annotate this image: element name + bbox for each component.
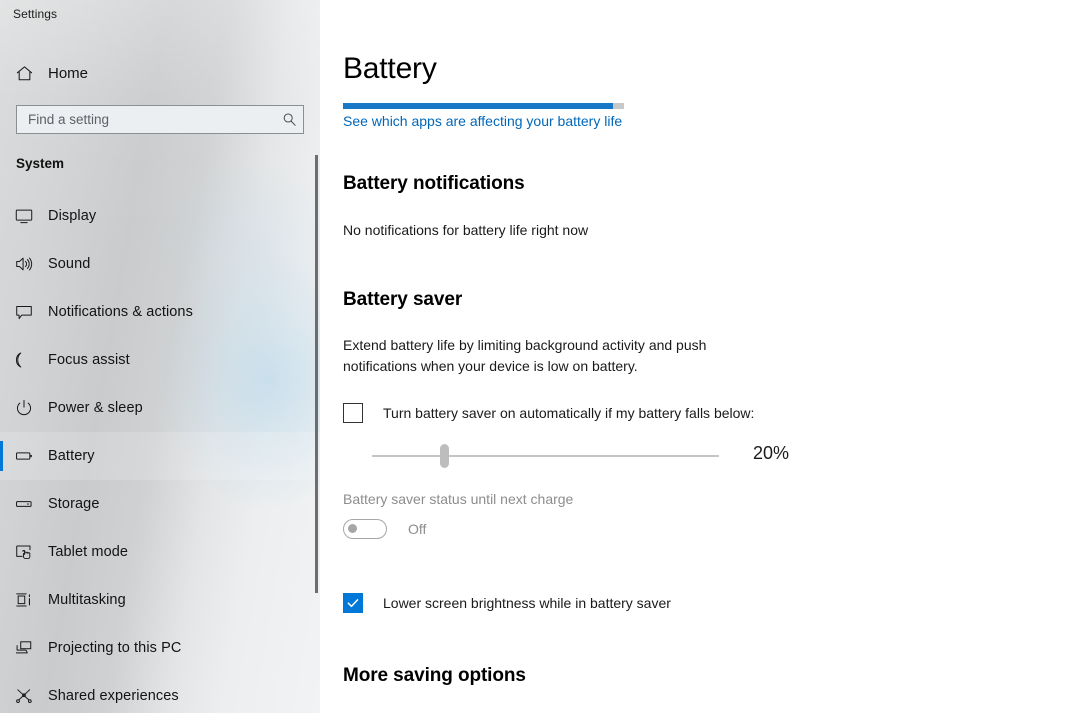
drive-icon bbox=[0, 494, 48, 514]
comment-icon bbox=[0, 302, 48, 322]
sidebar-item-multitasking[interactable]: Multitasking bbox=[0, 576, 320, 624]
search-icon[interactable] bbox=[275, 106, 303, 133]
monitor-icon bbox=[0, 206, 48, 226]
battery-notifications-heading: Battery notifications bbox=[343, 173, 525, 194]
battery-usage-link[interactable]: See which apps are affecting your batter… bbox=[343, 113, 622, 129]
search-input[interactable] bbox=[17, 106, 275, 133]
auto-battery-saver-label: Turn battery saver on automatically if m… bbox=[383, 405, 755, 421]
power-icon bbox=[0, 398, 48, 418]
sidebar-item-display[interactable]: Display bbox=[0, 192, 320, 240]
multitasking-icon bbox=[0, 590, 48, 610]
battery-saver-toggle-row[interactable]: Off bbox=[343, 519, 426, 539]
sidebar-item-label: Storage bbox=[48, 496, 100, 512]
sidebar-group-title: System bbox=[16, 156, 65, 171]
auto-battery-saver-checkbox[interactable] bbox=[343, 403, 363, 423]
sidebar-scrollbar-thumb[interactable] bbox=[315, 155, 318, 593]
sidebar-item-home[interactable]: Home bbox=[0, 56, 320, 90]
search-box[interactable] bbox=[16, 105, 304, 134]
sidebar-item-label: Shared experiences bbox=[48, 688, 179, 704]
sidebar-item-home-label: Home bbox=[48, 64, 89, 82]
more-saving-options-heading: More saving options bbox=[343, 665, 526, 686]
battery-level-bar bbox=[343, 103, 624, 109]
check-icon bbox=[347, 599, 359, 608]
moon-icon bbox=[0, 350, 48, 370]
battery-level-fill bbox=[343, 103, 613, 109]
sidebar-item-label: Display bbox=[48, 208, 97, 224]
sidebar-item-notifications[interactable]: Notifications & actions bbox=[0, 288, 320, 336]
battery-saver-toggle-state: Off bbox=[408, 521, 427, 537]
sidebar-item-shared-experiences[interactable]: Shared experiences bbox=[0, 672, 320, 713]
battery-saver-toggle-knob bbox=[348, 524, 357, 533]
tablet-touch-icon bbox=[0, 542, 48, 562]
navigation-sidebar: Settings Home System bbox=[0, 0, 320, 713]
sidebar-item-list: Display Sound Notifications & actions Fo… bbox=[0, 192, 320, 713]
battery-saver-status-label: Battery saver status until next charge bbox=[343, 491, 574, 507]
sidebar-item-label: Focus assist bbox=[48, 352, 130, 368]
speaker-icon bbox=[0, 254, 48, 274]
window-title: Settings bbox=[13, 7, 58, 21]
sidebar-item-label: Notifications & actions bbox=[48, 304, 193, 320]
sidebar-item-focus-assist[interactable]: Focus assist bbox=[0, 336, 320, 384]
lower-brightness-checkbox-row[interactable]: Lower screen brightness while in battery… bbox=[343, 593, 671, 613]
sidebar-scrollbar[interactable] bbox=[315, 150, 318, 598]
main-content: Battery See which apps are affecting you… bbox=[320, 0, 1068, 713]
sidebar-item-label: Multitasking bbox=[48, 592, 126, 608]
sidebar-item-storage[interactable]: Storage bbox=[0, 480, 320, 528]
sidebar-item-projecting[interactable]: Projecting to this PC bbox=[0, 624, 320, 672]
sidebar-item-sound[interactable]: Sound bbox=[0, 240, 320, 288]
sidebar-item-label: Battery bbox=[48, 448, 95, 464]
lower-brightness-label: Lower screen brightness while in battery… bbox=[383, 595, 671, 611]
settings-window: Settings Home System bbox=[0, 0, 1068, 713]
battery-threshold-slider-row[interactable]: 20% bbox=[372, 440, 792, 472]
lower-brightness-checkbox[interactable] bbox=[343, 593, 363, 613]
battery-saver-toggle[interactable] bbox=[343, 519, 387, 539]
battery-notifications-text: No notifications for battery life right … bbox=[343, 222, 589, 238]
share-nodes-icon bbox=[0, 686, 48, 706]
battery-threshold-slider-thumb[interactable] bbox=[439, 444, 449, 468]
battery-saver-heading: Battery saver bbox=[343, 289, 463, 310]
sidebar-item-battery[interactable]: Battery bbox=[0, 432, 320, 480]
home-icon bbox=[0, 64, 48, 83]
battery-saver-description: Extend battery life by limiting backgrou… bbox=[343, 337, 707, 374]
auto-battery-saver-checkbox-row[interactable]: Turn battery saver on automatically if m… bbox=[343, 403, 754, 423]
sidebar-item-label: Power & sleep bbox=[48, 400, 143, 416]
sidebar-item-power-sleep[interactable]: Power & sleep bbox=[0, 384, 320, 432]
sidebar-item-label: Projecting to this PC bbox=[48, 640, 182, 656]
battery-icon bbox=[0, 446, 48, 466]
sidebar-item-tablet-mode[interactable]: Tablet mode bbox=[0, 528, 320, 576]
battery-threshold-slider-track[interactable] bbox=[372, 444, 719, 468]
battery-threshold-value: 20% bbox=[753, 443, 790, 463]
sidebar-item-label: Tablet mode bbox=[48, 544, 129, 560]
project-screen-icon bbox=[0, 638, 48, 658]
page-title: Battery bbox=[343, 52, 437, 85]
sidebar-item-label: Sound bbox=[48, 256, 91, 272]
